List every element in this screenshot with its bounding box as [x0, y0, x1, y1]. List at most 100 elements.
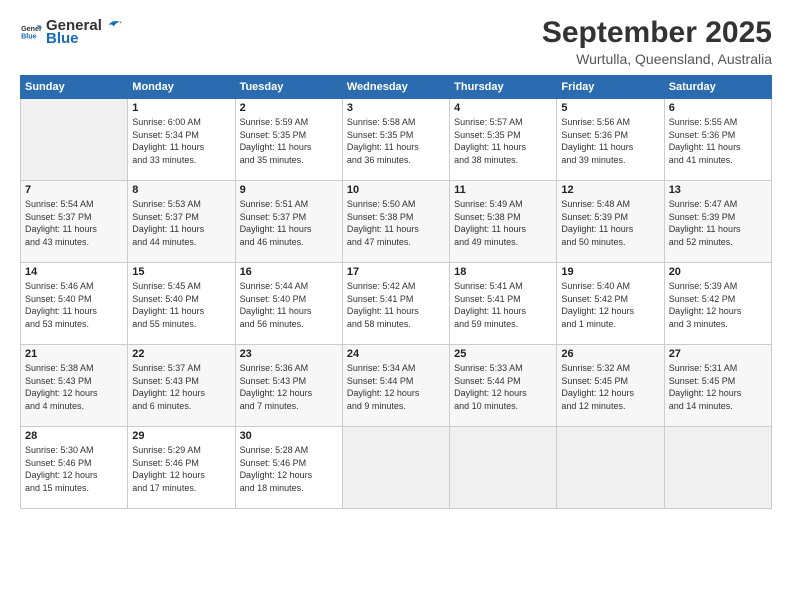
day-info: Sunrise: 5:54 AMSunset: 5:37 PMDaylight:… [25, 198, 123, 248]
day-number: 1 [132, 102, 230, 114]
week-row-1: 1 Sunrise: 6:00 AMSunset: 5:34 PMDaylight… [21, 99, 772, 181]
calendar-cell: 14Sunrise: 5:46 AMSunset: 5:40 PMDayligh… [21, 263, 128, 345]
calendar-cell: 24Sunrise: 5:34 AMSunset: 5:44 PMDayligh… [342, 345, 449, 427]
calendar-cell: 3Sunrise: 5:58 AMSunset: 5:35 PMDaylight… [342, 99, 449, 181]
day-number: 30 [240, 430, 338, 442]
calendar-cell: 26Sunrise: 5:32 AMSunset: 5:45 PMDayligh… [557, 345, 664, 427]
calendar-body: 1 Sunrise: 6:00 AMSunset: 5:34 PMDaylight… [21, 99, 772, 509]
weekday-header-sunday: Sunday [21, 76, 128, 99]
calendar-cell: 20 Sunrise: 5:39 AMSunset: 5:42 PMDayligh… [664, 263, 771, 345]
day-number: 25 [454, 348, 552, 360]
calendar-cell [21, 99, 128, 181]
day-number: 5 [561, 102, 659, 114]
day-info: Sunrise: 5:40 AMSunset: 5:42 PMDaylight:… [561, 280, 659, 330]
weekday-header-saturday: Saturday [664, 76, 771, 99]
weekday-header-thursday: Thursday [450, 76, 557, 99]
day-info: Sunrise: 5:56 AMSunset: 5:36 PMDaylight:… [561, 116, 659, 166]
day-info: Sunrise: 5:29 AMSunset: 5:46 PMDaylight:… [132, 444, 230, 494]
day-info: Sunrise: 5:31 AMSunset: 5:45 PMDaylight:… [669, 362, 767, 412]
day-info: Sunrise: 5:48 AMSunset: 5:39 PMDaylight:… [561, 198, 659, 248]
day-number: 17 [347, 266, 445, 278]
day-number: 18 [454, 266, 552, 278]
day-info: Sunrise: 5:53 AMSunset: 5:37 PMDaylight:… [132, 198, 230, 248]
calendar-cell: 8 Sunrise: 5:53 AMSunset: 5:37 PMDaylight… [128, 181, 235, 263]
calendar-cell [557, 427, 664, 509]
day-info: Sunrise: 5:47 AMSunset: 5:39 PMDaylight:… [669, 198, 767, 248]
day-info: Sunrise: 5:51 AMSunset: 5:37 PMDaylight:… [240, 198, 338, 248]
day-info: Sunrise: 5:58 AMSunset: 5:35 PMDaylight:… [347, 116, 445, 166]
header: General Blue General Blue September 2025… [20, 16, 772, 67]
calendar-cell: 5 Sunrise: 5:56 AMSunset: 5:36 PMDaylight… [557, 99, 664, 181]
day-number: 27 [669, 348, 767, 360]
week-row-2: 7 Sunrise: 5:54 AMSunset: 5:37 PMDaylight… [21, 181, 772, 263]
day-number: 14 [25, 266, 123, 278]
calendar-cell: 2 Sunrise: 5:59 AMSunset: 5:35 PMDaylight… [235, 99, 342, 181]
day-info: Sunrise: 5:28 AMSunset: 5:46 PMDaylight:… [240, 444, 338, 494]
calendar-cell: 17 Sunrise: 5:42 AMSunset: 5:41 PMDayligh… [342, 263, 449, 345]
calendar-cell: 10 Sunrise: 5:50 AMSunset: 5:38 PMDayligh… [342, 181, 449, 263]
day-info: Sunrise: 5:32 AMSunset: 5:45 PMDaylight:… [561, 362, 659, 412]
location-subtitle: Wurtulla, Queensland, Australia [542, 51, 772, 67]
day-number: 9 [240, 184, 338, 196]
day-info: Sunrise: 5:37 AMSunset: 5:43 PMDaylight:… [132, 362, 230, 412]
day-number: 12 [561, 184, 659, 196]
day-number: 20 [669, 266, 767, 278]
day-number: 21 [25, 348, 123, 360]
calendar-cell: 23 Sunrise: 5:36 AMSunset: 5:43 PMDayligh… [235, 345, 342, 427]
day-number: 16 [240, 266, 338, 278]
calendar-cell: 11Sunrise: 5:49 AMSunset: 5:38 PMDayligh… [450, 181, 557, 263]
calendar-cell: 27 Sunrise: 5:31 AMSunset: 5:45 PMDayligh… [664, 345, 771, 427]
calendar-cell: 28Sunrise: 5:30 AMSunset: 5:46 PMDayligh… [21, 427, 128, 509]
title-block: September 2025 Wurtulla, Queensland, Aus… [542, 16, 772, 67]
calendar-cell: 15Sunrise: 5:45 AMSunset: 5:40 PMDayligh… [128, 263, 235, 345]
calendar-cell: 12 Sunrise: 5:48 AMSunset: 5:39 PMDayligh… [557, 181, 664, 263]
week-row-4: 21 Sunrise: 5:38 AMSunset: 5:43 PMDayligh… [21, 345, 772, 427]
day-number: 4 [454, 102, 552, 114]
day-number: 10 [347, 184, 445, 196]
day-info: Sunrise: 5:42 AMSunset: 5:41 PMDaylight:… [347, 280, 445, 330]
day-info: Sunrise: 5:59 AMSunset: 5:35 PMDaylight:… [240, 116, 338, 166]
logo: General Blue General Blue [20, 16, 122, 47]
day-number: 13 [669, 184, 767, 196]
logo-bird-icon [104, 16, 122, 34]
day-number: 19 [561, 266, 659, 278]
day-info: Sunrise: 5:50 AMSunset: 5:38 PMDaylight:… [347, 198, 445, 248]
weekday-header-friday: Friday [557, 76, 664, 99]
day-info: Sunrise: 5:39 AMSunset: 5:42 PMDaylight:… [669, 280, 767, 330]
weekday-header-wednesday: Wednesday [342, 76, 449, 99]
week-row-3: 14Sunrise: 5:46 AMSunset: 5:40 PMDayligh… [21, 263, 772, 345]
day-number: 8 [132, 184, 230, 196]
weekday-header-tuesday: Tuesday [235, 76, 342, 99]
day-info: Sunrise: 5:33 AMSunset: 5:44 PMDaylight:… [454, 362, 552, 412]
svg-text:Blue: Blue [21, 32, 37, 40]
weekday-header-row: SundayMondayTuesdayWednesdayThursdayFrid… [21, 76, 772, 99]
calendar-cell: 18 Sunrise: 5:41 AMSunset: 5:41 PMDayligh… [450, 263, 557, 345]
calendar-cell [342, 427, 449, 509]
calendar-cell: 29Sunrise: 5:29 AMSunset: 5:46 PMDayligh… [128, 427, 235, 509]
day-number: 2 [240, 102, 338, 114]
day-info: Sunrise: 5:41 AMSunset: 5:41 PMDaylight:… [454, 280, 552, 330]
day-number: 7 [25, 184, 123, 196]
day-info: Sunrise: 5:49 AMSunset: 5:38 PMDaylight:… [454, 198, 552, 248]
calendar-cell: 4 Sunrise: 5:57 AMSunset: 5:35 PMDaylight… [450, 99, 557, 181]
day-number: 22 [132, 348, 230, 360]
week-row-5: 28Sunrise: 5:30 AMSunset: 5:46 PMDayligh… [21, 427, 772, 509]
day-number: 23 [240, 348, 338, 360]
day-info: Sunrise: 5:38 AMSunset: 5:43 PMDaylight:… [25, 362, 123, 412]
day-number: 28 [25, 430, 123, 442]
day-info: Sunrise: 6:00 AMSunset: 5:34 PMDaylight:… [132, 116, 230, 166]
day-info: Sunrise: 5:34 AMSunset: 5:44 PMDaylight:… [347, 362, 445, 412]
calendar-cell: 16 Sunrise: 5:44 AMSunset: 5:40 PMDayligh… [235, 263, 342, 345]
day-info: Sunrise: 5:44 AMSunset: 5:40 PMDaylight:… [240, 280, 338, 330]
calendar-cell [450, 427, 557, 509]
calendar-cell: 22 Sunrise: 5:37 AMSunset: 5:43 PMDayligh… [128, 345, 235, 427]
day-info: Sunrise: 5:55 AMSunset: 5:36 PMDaylight:… [669, 116, 767, 166]
day-info: Sunrise: 5:57 AMSunset: 5:35 PMDaylight:… [454, 116, 552, 166]
month-title: September 2025 [542, 16, 772, 49]
calendar-cell: 13 Sunrise: 5:47 AMSunset: 5:39 PMDayligh… [664, 181, 771, 263]
logo-icon: General Blue [20, 21, 42, 43]
weekday-header-monday: Monday [128, 76, 235, 99]
day-info: Sunrise: 5:36 AMSunset: 5:43 PMDaylight:… [240, 362, 338, 412]
calendar-cell: 7 Sunrise: 5:54 AMSunset: 5:37 PMDaylight… [21, 181, 128, 263]
calendar-page: General Blue General Blue September 2025… [0, 0, 792, 612]
